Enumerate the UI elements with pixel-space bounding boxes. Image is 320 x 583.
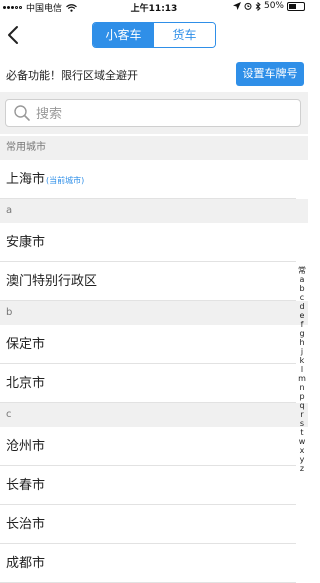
index-letter[interactable]: b (296, 284, 308, 293)
alarm-icon (244, 2, 252, 10)
index-letter[interactable]: m (296, 374, 308, 383)
city-item[interactable]: 保定市 (0, 325, 296, 364)
promo-bar: 必备功能！限行区域全避开 设置车牌号 (0, 56, 308, 92)
city-name: 保定市 (6, 337, 46, 352)
vehicle-type-switch: 小客车 货车 (92, 22, 216, 48)
search-bar (0, 92, 308, 134)
index-letter[interactable]: t (296, 428, 308, 437)
city-name: 沧州市 (6, 439, 46, 454)
city-item[interactable]: 上海市(当前城市) (0, 160, 296, 199)
status-right: 50% (232, 1, 305, 11)
city-name: 上海市 (6, 172, 46, 187)
index-letter[interactable]: h (296, 338, 308, 347)
alphabet-index: 常abcdefghjklmnpqrstwxyz (296, 266, 308, 473)
search-input[interactable] (34, 103, 298, 125)
section-header: b (0, 301, 308, 325)
location-arrow-icon (232, 2, 241, 10)
city-name: 安康市 (6, 235, 46, 250)
search-box[interactable] (5, 99, 301, 127)
index-letter[interactable]: y (296, 455, 308, 464)
city-item[interactable]: 成都市 (0, 544, 296, 583)
tab-truck[interactable]: 货车 (154, 23, 215, 47)
index-letter[interactable]: z (296, 464, 308, 473)
index-letter[interactable]: l (296, 365, 308, 374)
city-name: 长治市 (6, 517, 46, 532)
index-letter[interactable]: w (296, 437, 308, 446)
index-letter[interactable]: c (296, 293, 308, 302)
set-plate-button[interactable]: 设置车牌号 (236, 62, 304, 86)
bluetooth-icon (255, 1, 261, 11)
city-name: 北京市 (6, 376, 46, 391)
index-letter[interactable]: r (296, 410, 308, 419)
city-name: 长春市 (6, 478, 46, 493)
index-letter[interactable]: k (296, 356, 308, 365)
battery-icon (287, 1, 305, 11)
index-letter[interactable]: q (296, 401, 308, 410)
index-letter[interactable]: a (296, 275, 308, 284)
city-name: 澳门特别行政区 (6, 274, 98, 289)
index-letter[interactable]: e (296, 311, 308, 320)
city-item[interactable]: 长治市 (0, 505, 296, 544)
city-name: 成都市 (6, 556, 46, 571)
section-header: a (0, 199, 308, 223)
city-item[interactable]: 安康市 (0, 223, 296, 262)
index-letter[interactable]: 常 (296, 266, 308, 275)
index-letter[interactable]: j (296, 347, 308, 356)
index-letter[interactable]: g (296, 329, 308, 338)
status-bar: 中国电信 上午11:13 50% (0, 0, 308, 14)
nav-bar: 小客车 货车 (0, 14, 308, 56)
promo-text: 必备功能！限行区域全避开 (6, 69, 138, 82)
city-item[interactable]: 澳门特别行政区 (0, 262, 296, 301)
index-letter[interactable]: x (296, 446, 308, 455)
index-letter[interactable]: s (296, 419, 308, 428)
index-letter[interactable]: n (296, 383, 308, 392)
back-button[interactable] (4, 24, 24, 46)
search-icon (14, 105, 30, 121)
city-item[interactable]: 北京市 (0, 364, 296, 403)
city-item[interactable]: 沧州市 (0, 427, 296, 466)
city-item[interactable]: 长春市 (0, 466, 296, 505)
section-header: c (0, 403, 308, 427)
tab-passenger-car[interactable]: 小客车 (93, 23, 154, 47)
index-letter[interactable]: f (296, 320, 308, 329)
battery-percent: 50% (263, 1, 284, 11)
chevron-left-icon (8, 26, 18, 44)
index-letter[interactable]: p (296, 392, 308, 401)
current-city-tag: (当前城市) (46, 176, 85, 185)
section-header: 常用城市 (0, 136, 308, 160)
index-letter[interactable]: d (296, 302, 308, 311)
